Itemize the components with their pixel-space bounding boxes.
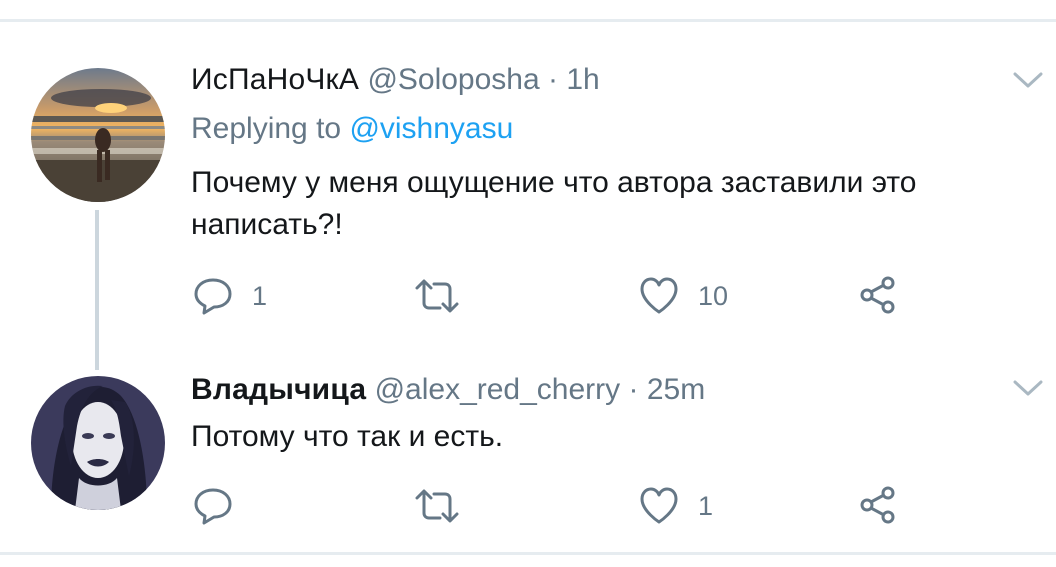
beach-sunset-photo (31, 68, 165, 202)
chevron-down-icon[interactable] (1012, 378, 1044, 398)
reply-prefix: Replying to (191, 112, 342, 145)
tweet-text: Потому что так и есть. (191, 416, 1031, 458)
like-button[interactable]: 1 (638, 486, 713, 526)
user-handle[interactable]: @Soloposha (367, 63, 539, 96)
tweet-header: ИсПаНоЧкА @Soloposha · 1h (191, 62, 600, 98)
tweet-2[interactable]: Владычица @alex_red_cherry · 25m Потому … (0, 360, 1056, 550)
share-icon (860, 276, 895, 314)
separator-dot: · (548, 63, 559, 96)
avatar[interactable] (31, 376, 165, 510)
tweet-text-line: Почему у меня ощущение что автора застав… (191, 166, 917, 199)
user-handle[interactable]: @alex_red_cherry (375, 373, 621, 406)
reply-button[interactable] (192, 486, 234, 526)
heart-icon (640, 487, 678, 524)
share-button[interactable] (858, 484, 900, 526)
like-count: 10 (698, 280, 729, 311)
tweet-text: Почему у меня ощущение что автора застав… (191, 162, 1031, 246)
retweet-button[interactable] (414, 488, 460, 524)
reply-button[interactable]: 1 (192, 276, 267, 316)
display-name[interactable]: ИсПаНоЧкА (191, 63, 359, 96)
retweet-icon (415, 279, 459, 313)
tweet-text-line: написать?! (191, 208, 343, 241)
reply-bubble-icon (194, 278, 232, 315)
retweet-button[interactable] (414, 278, 460, 314)
replying-to: Replying to @vishnyasu (191, 111, 513, 147)
tweet-header: Владычица @alex_red_cherry · 25m (191, 372, 705, 408)
tweet-1[interactable]: ИсПаНоЧкА @Soloposha · 1h Replying to @v… (0, 0, 1056, 360)
chevron-down-icon[interactable] (1012, 70, 1044, 90)
like-button[interactable]: 10 (638, 276, 728, 316)
reply-bubble-icon (194, 488, 232, 525)
like-count: 1 (698, 490, 714, 521)
timestamp[interactable]: 25m (647, 373, 705, 406)
separator-dot: · (628, 373, 639, 406)
share-button[interactable] (858, 274, 900, 316)
reply-count: 1 (252, 280, 268, 311)
pale-woman-illustration (31, 376, 165, 510)
timestamp[interactable]: 1h (566, 63, 599, 96)
share-icon (860, 486, 895, 524)
tweet-text-line: Потому что так и есть. (191, 420, 504, 453)
bottom-divider (0, 552, 1056, 555)
reply-mention[interactable]: @vishnyasu (349, 112, 513, 145)
display-name[interactable]: Владычица (191, 373, 366, 406)
heart-icon (640, 277, 678, 314)
retweet-icon (415, 489, 459, 523)
avatar[interactable] (31, 68, 165, 202)
